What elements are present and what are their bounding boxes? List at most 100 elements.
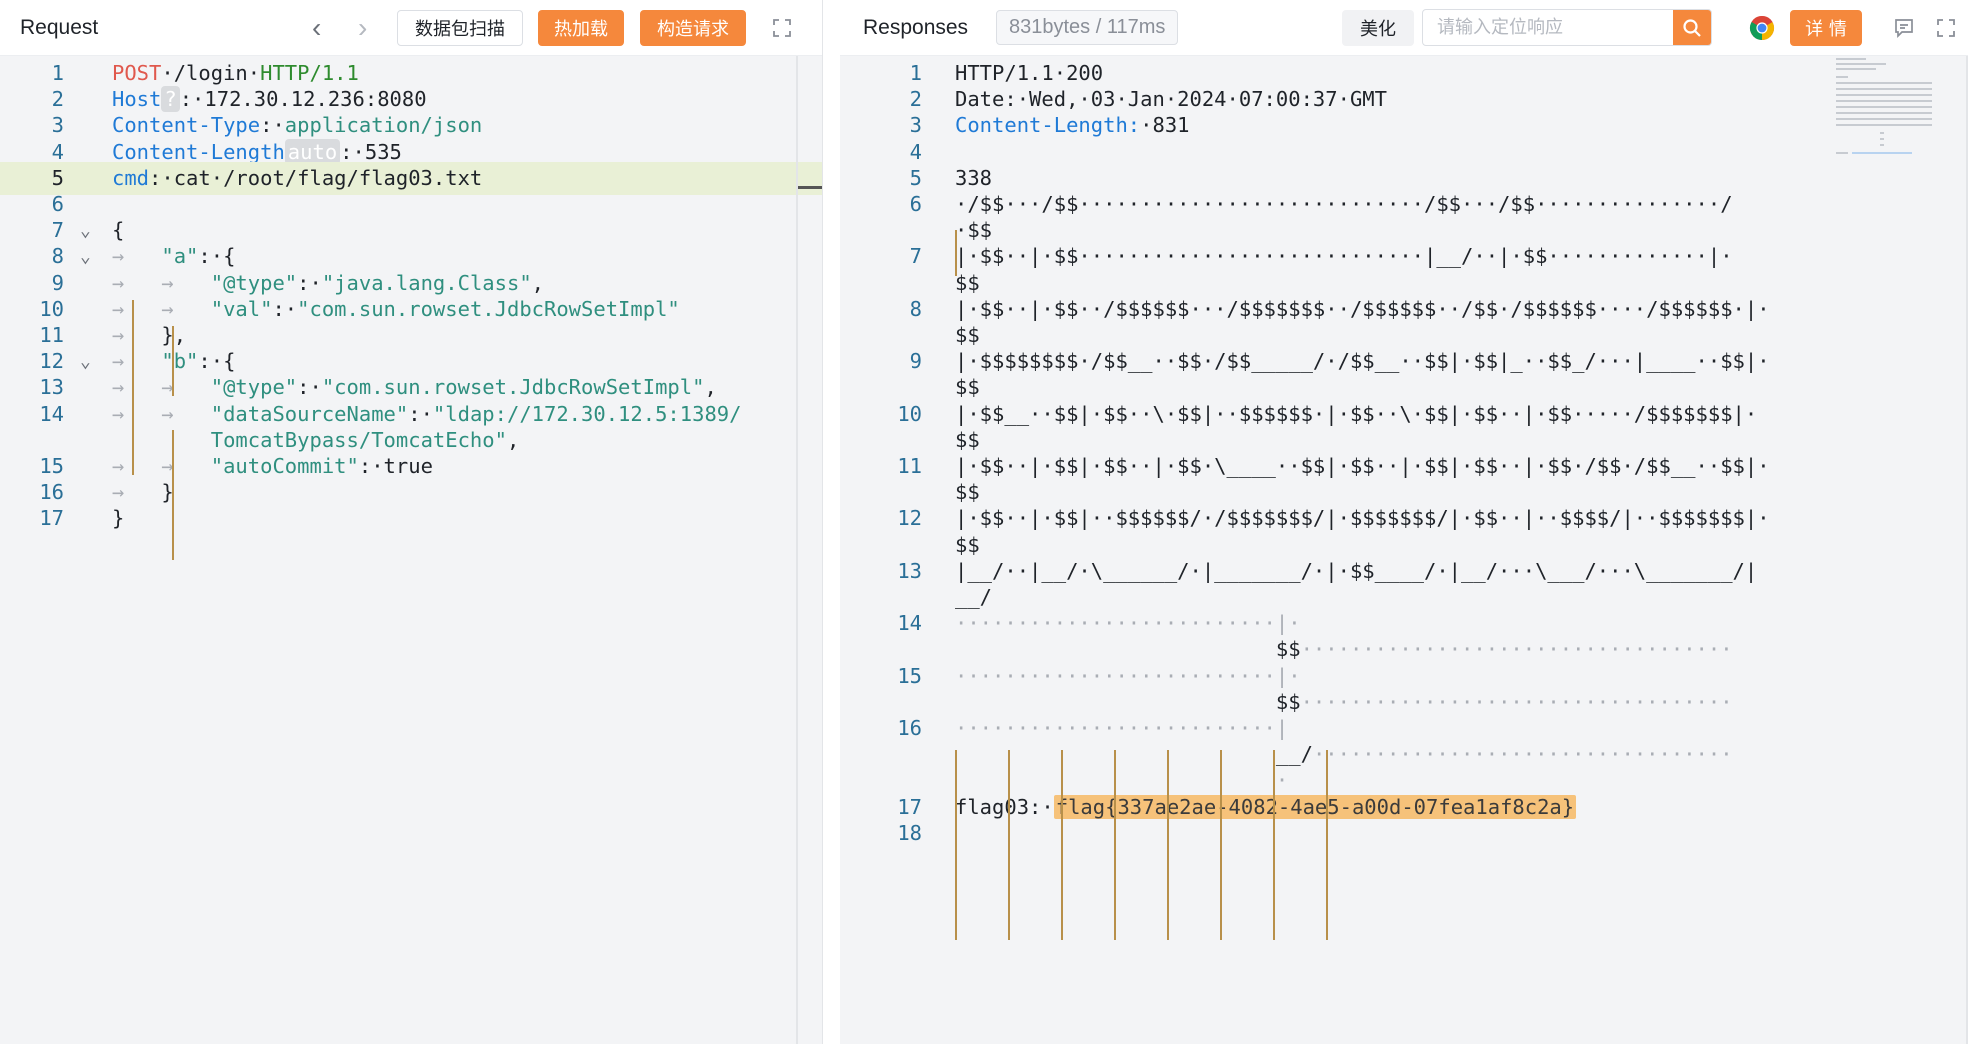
- code-token: "@type": [210, 270, 298, 295]
- minimap-line: [1836, 82, 1932, 84]
- indent-guide: [1273, 750, 1275, 940]
- indent-guide: [1061, 750, 1063, 940]
- fullscreen-icon[interactable]: [1930, 12, 1962, 44]
- code-token: :·true: [358, 454, 433, 478]
- indent-guide: [955, 230, 957, 276]
- code-token: ·831: [1140, 113, 1190, 138]
- response-minimap[interactable]: [1836, 58, 1958, 168]
- code-token: Content-Length:: [955, 113, 1141, 138]
- code-token: :·172.30.12.236:8080: [179, 87, 427, 112]
- code-token: Host: [112, 87, 162, 112]
- code-token: ··························|: [955, 716, 1289, 740]
- flag-value-highlight: flag{337ae2ae-4082-4ae5-a00d-07fea1af8c2…: [1053, 794, 1577, 819]
- code-text: }: [112, 502, 124, 535]
- code-token: HTTP/1.1·200: [955, 61, 1104, 85]
- minimap-line: [1836, 152, 1848, 154]
- code-token: Date:·Wed,·03·Jan·2024·07:00:37·GMT: [955, 87, 1387, 112]
- chevron-left-icon[interactable]: ‹: [312, 14, 321, 42]
- packet-scan-button[interactable]: 数据包扫描: [397, 10, 523, 46]
- minimap-line: [1836, 63, 1886, 65]
- code-token: Content-Length: [112, 139, 285, 164]
- request-title: Request: [20, 15, 99, 39]
- code-token: "com.sun.rowset.JdbcRowSetImpl": [321, 375, 705, 400]
- response-toolbar: Responses 831bytes / 117ms 美化 详 情: [840, 0, 1968, 56]
- code-token: "dataSourceName": [210, 401, 409, 426]
- code-token: |·$$$$$$$$·/$$__··$$·/$$_____/·/$$__··$$…: [955, 349, 1770, 374]
- minimap-line: [1836, 76, 1848, 78]
- request-panel: Request ‹ › 数据包扫描 热加载 构造请求 1 POST·/login·…: [0, 0, 822, 1044]
- indent-guide: [1114, 750, 1116, 940]
- code-token: 338: [955, 165, 993, 190]
- code-token: :·: [260, 113, 285, 138]
- response-search-input[interactable]: [1423, 10, 1673, 45]
- minimap-line: [1836, 88, 1932, 90]
- code-token: cmd: [112, 165, 150, 190]
- indent-guide: [132, 300, 134, 475]
- code-token: |·$$··|·$$|··$$$$$$/·/$$$$$$$/|·$$$$$$$/…: [955, 506, 1770, 531]
- hot-load-button[interactable]: 热加载: [538, 10, 624, 46]
- response-search: [1422, 9, 1712, 46]
- code-token: →: [112, 349, 162, 374]
- code-token: POST: [112, 61, 162, 85]
- code-token: ··························|·: [955, 663, 1301, 688]
- chevron-right-icon[interactable]: ›: [358, 14, 367, 42]
- code-token: :·: [297, 375, 322, 400]
- code-token: }: [112, 506, 125, 531]
- code-token: $$: [955, 480, 980, 505]
- code-token: "java.lang.Class": [321, 270, 532, 295]
- code-token: ···································: [1300, 637, 1733, 662]
- code-token: →: [112, 323, 162, 347]
- code-token: "com.sun.rowset.JdbcRowSetImpl": [297, 296, 680, 321]
- response-panel: Responses 831bytes / 117ms 美化 详 情: [840, 0, 1968, 1044]
- code-token: $$: [1275, 637, 1301, 662]
- indent-guide: [1220, 750, 1222, 940]
- code-token: flag03:·: [955, 794, 1054, 819]
- code-token: ·/$$···/$$····························/$…: [955, 192, 1733, 216]
- details-button[interactable]: 详 情: [1790, 10, 1862, 46]
- code-token: → →: [112, 270, 211, 295]
- minimap-line: [1836, 58, 1866, 60]
- code-token: :·535: [340, 139, 402, 164]
- fullscreen-icon[interactable]: [766, 12, 798, 44]
- code-token: →: [112, 480, 162, 505]
- request-code-line[interactable]: 17}: [0, 502, 822, 535]
- code-token: |__/··|__/·\______/·|_______/·|·$$____/·…: [955, 558, 1758, 583]
- chrome-icon[interactable]: [1746, 12, 1778, 44]
- indent-guide: [1167, 750, 1169, 940]
- line-number: 18: [897, 820, 922, 845]
- indent-guide: [172, 430, 174, 560]
- indent-guide: [955, 750, 957, 940]
- code-token: __/: [955, 585, 993, 609]
- code-token: :·: [297, 270, 322, 295]
- response-size-time: 831bytes / 117ms: [996, 10, 1179, 45]
- code-token: |·$$··|·$$··/$$$$$$···/$$$$$$$··/$$$$$$·…: [955, 296, 1770, 321]
- code-token: →: [112, 244, 162, 269]
- code-token: :·: [408, 401, 433, 426]
- line-number: 17: [39, 506, 64, 531]
- code-token: ·: [1275, 768, 1289, 793]
- build-request-button[interactable]: 构造请求: [640, 10, 746, 46]
- inline-hint-badge: auto: [284, 138, 341, 165]
- code-token: "ldap://172.30.12.5:1389/: [432, 401, 742, 426]
- code-token: $$: [955, 375, 980, 400]
- search-icon[interactable]: [1673, 10, 1711, 45]
- minimap-line: [1836, 112, 1932, 114]
- code-token: ···································: [1300, 689, 1733, 714]
- minimap-line: [1852, 152, 1912, 154]
- code-token: $$: [955, 532, 980, 557]
- comment-icon[interactable]: [1888, 12, 1920, 44]
- panel-splitter[interactable]: [822, 0, 840, 1044]
- code-token: ··························|·: [955, 611, 1301, 636]
- code-token: ,: [506, 427, 520, 452]
- request-scrollbar[interactable]: [796, 56, 798, 1044]
- beautify-button[interactable]: 美化: [1342, 10, 1414, 46]
- indent-guide: [1326, 750, 1328, 940]
- code-token: $$: [955, 323, 980, 347]
- code-token: "a": [161, 244, 199, 269]
- request-editor[interactable]: 1 POST·/login·HTTP/1.1 2 Host?:·172.30.12.2…: [0, 56, 822, 1044]
- editor-scroll-marker: [797, 186, 822, 189]
- request-toolbar: Request ‹ › 数据包扫描 热加载 构造请求: [0, 0, 822, 56]
- code-token: |·$$··|·$$····························|_…: [955, 244, 1733, 269]
